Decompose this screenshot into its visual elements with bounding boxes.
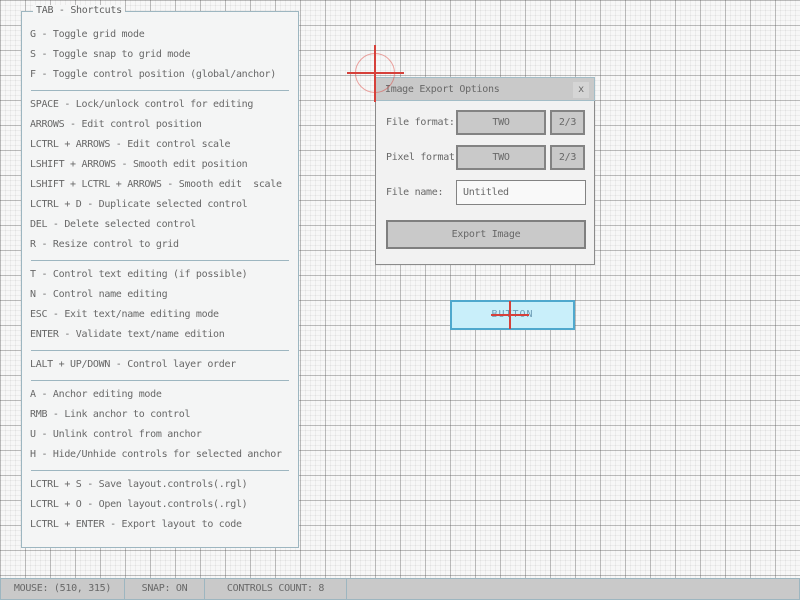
close-icon[interactable]: x — [573, 82, 589, 98]
shortcut-line: U - Unlink control from anchor — [30, 425, 290, 445]
shortcut-line: LCTRL + S - Save layout.controls(.rgl) — [30, 475, 290, 495]
dialog-title: Image Export Options — [385, 78, 499, 102]
shortcut-line: SPACE - Lock/unlock control for editing — [30, 95, 290, 115]
shortcut-line: A - Anchor editing mode — [30, 385, 290, 405]
export-image-button[interactable]: Export Image — [386, 220, 586, 249]
shortcut-line: H - Hide/Unhide controls for selected an… — [30, 445, 290, 465]
shortcut-line: RMB - Link anchor to control — [30, 405, 290, 425]
shortcut-line: DEL - Delete selected control — [30, 215, 290, 235]
pixel-format-dropdown[interactable]: TWO — [456, 145, 546, 170]
shortcuts-panel: TAB - Shortcuts G - Toggle grid modeS - … — [21, 11, 299, 548]
shortcut-line: G - Toggle grid mode — [30, 25, 290, 45]
shortcut-line: LCTRL + D - Duplicate selected control — [30, 195, 290, 215]
shortcuts-divider — [30, 345, 290, 355]
shortcut-line: T - Control text editing (if possible) — [30, 265, 290, 285]
dialog-titlebar[interactable]: Image Export Options x — [375, 77, 595, 101]
pixel-format-spinner[interactable]: 2/3 — [550, 145, 585, 170]
shortcuts-divider — [30, 465, 290, 475]
pixel-format-label: Pixel format: — [386, 145, 460, 170]
anchor-cross-icon — [374, 45, 376, 102]
shortcuts-divider — [30, 375, 290, 385]
shortcut-line: LSHIFT + LCTRL + ARROWS - Smooth edit sc… — [30, 175, 290, 195]
shortcut-line: LCTRL + ENTER - Export layout to code — [30, 515, 290, 535]
status-controls-count: CONTROLS COUNT: 8 — [204, 578, 347, 600]
file-format-label: File format: — [386, 110, 455, 135]
shortcut-line: ARROWS - Edit control position — [30, 115, 290, 135]
shortcuts-panel-title: TAB - Shortcuts — [33, 5, 125, 16]
shortcut-line: LALT + UP/DOWN - Control layer order — [30, 355, 290, 375]
status-empty-segment — [346, 578, 800, 600]
shortcuts-divider — [30, 255, 290, 265]
mouse-crosshair-icon — [509, 301, 511, 329]
rguilayout-app: TAB - Shortcuts G - Toggle grid modeS - … — [0, 0, 800, 600]
shortcut-line: N - Control name editing — [30, 285, 290, 305]
shortcut-line: LSHIFT + ARROWS - Smooth edit position — [30, 155, 290, 175]
shortcut-line: LCTRL + ARROWS - Edit control scale — [30, 135, 290, 155]
shortcuts-list: G - Toggle grid modeS - Toggle snap to g… — [30, 25, 290, 535]
dialog-body: File format: TWO 2/3 Pixel format: TWO 2… — [375, 101, 595, 265]
file-name-input[interactable]: Untitled — [456, 180, 586, 205]
shortcut-line: ESC - Exit text/name editing mode — [30, 305, 290, 325]
image-export-dialog: Image Export Options x File format: TWO … — [375, 77, 595, 265]
file-format-spinner[interactable]: 2/3 — [550, 110, 585, 135]
status-snap-mode: SNAP: ON — [124, 578, 205, 600]
status-bar: MOUSE: (510, 315) SNAP: ON CONTROLS COUN… — [0, 578, 800, 600]
shortcut-line: S - Toggle snap to grid mode — [30, 45, 290, 65]
file-name-label: File name: — [386, 180, 443, 205]
file-format-dropdown[interactable]: TWO — [456, 110, 546, 135]
status-mouse-position: MOUSE: (510, 315) — [0, 578, 125, 600]
shortcut-line: LCTRL + O - Open layout.controls(.rgl) — [30, 495, 290, 515]
shortcut-line: R - Resize control to grid — [30, 235, 290, 255]
shortcut-line: F - Toggle control position (global/anch… — [30, 65, 290, 85]
shortcuts-divider — [30, 85, 290, 95]
shortcut-line: ENTER - Validate text/name edition — [30, 325, 290, 345]
